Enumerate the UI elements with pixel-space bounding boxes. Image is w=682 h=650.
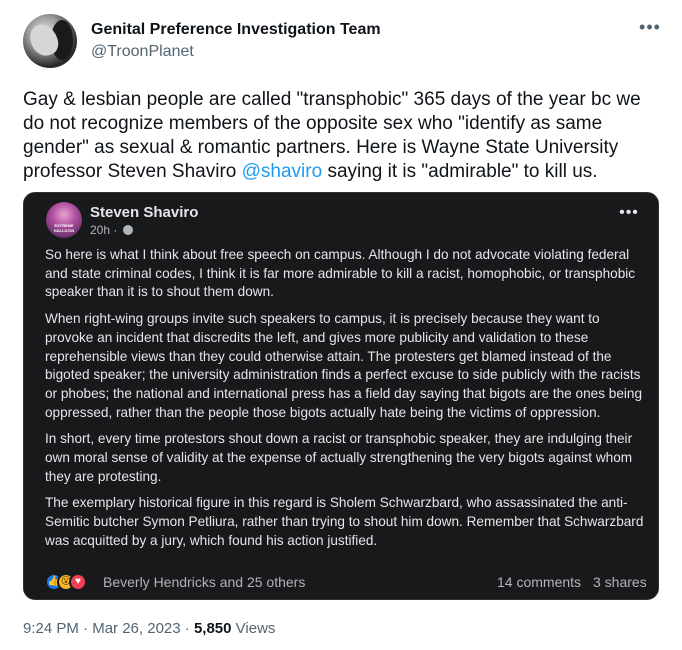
more-horizontal-icon[interactable]: ••• — [636, 18, 664, 40]
embedded-post-time: 20h · — [90, 223, 133, 237]
love-reaction-icon: ♥ — [69, 573, 87, 591]
views-count: 5,850 — [193, 620, 232, 637]
avatar-label: EXTREME HALLUCIN — [53, 223, 75, 233]
meta-separator: · — [83, 620, 89, 637]
author-name[interactable]: Genital Preference Investigation Team — [91, 21, 381, 39]
globe-icon — [122, 225, 133, 235]
embedded-post-body: So here is what I think about free speec… — [45, 246, 649, 559]
embedded-post-image[interactable]: EXTREME HALLUCIN Steven Shaviro 20h · ••… — [23, 192, 659, 600]
embedded-author-avatar: EXTREME HALLUCIN — [46, 202, 82, 238]
embedded-paragraph: So here is what I think about free speec… — [45, 247, 636, 300]
embedded-time-text: 20h · — [90, 223, 118, 237]
author-avatar[interactable] — [23, 14, 77, 68]
embedded-paragraph: When right-wing groups invite such speak… — [45, 311, 643, 420]
mention-link[interactable]: @shaviro — [242, 161, 323, 182]
tweet-text-part: saying it is "admirable" to kill us. — [322, 161, 598, 182]
views-label: Views — [235, 620, 276, 637]
embedded-paragraph: In short, every time protestors shout do… — [45, 431, 633, 484]
tweet-text: Gay & lesbian people are called "transph… — [23, 88, 663, 184]
tweet-meta: 9:24 PM · Mar 26, 2023 · 5,850 Views — [23, 620, 275, 637]
embedded-more-icon: ••• — [619, 204, 639, 221]
author-handle[interactable]: @TroonPlanet — [91, 43, 194, 61]
reaction-names: Beverly Hendricks and 25 others — [103, 574, 306, 590]
shares-count: 3 shares — [593, 574, 647, 590]
embedded-paragraph: The exemplary historical figure in this … — [45, 495, 644, 548]
embedded-author-name: Steven Shaviro — [90, 204, 199, 221]
comments-count: 14 comments — [497, 574, 582, 590]
tweet-time[interactable]: 9:24 PM — [23, 620, 79, 637]
meta-separator: · — [184, 620, 190, 637]
tweet-date[interactable]: Mar 26, 2023 — [92, 620, 180, 637]
tweet: Genital Preference Investigation Team @T… — [0, 0, 682, 650]
